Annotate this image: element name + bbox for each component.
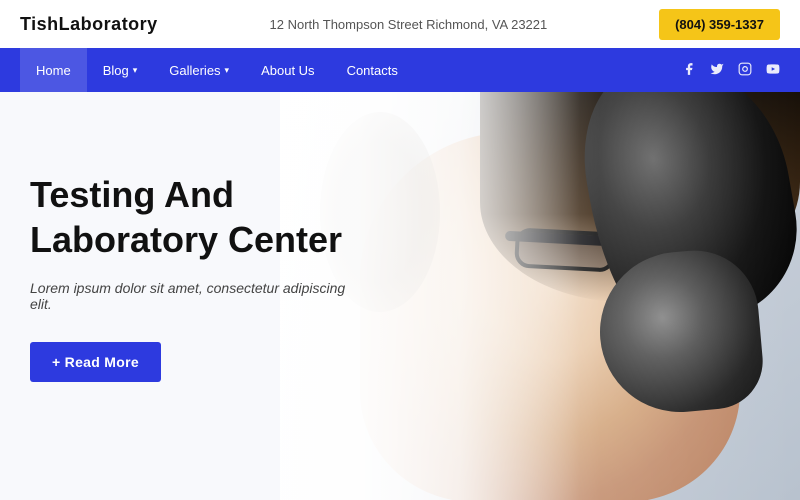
youtube-icon[interactable]	[766, 62, 780, 79]
twitter-icon[interactable]	[710, 62, 724, 79]
nav-item-contacts[interactable]: Contacts	[331, 48, 414, 92]
nav-bar: Home Blog ▾ Galleries ▾ About Us Contact…	[0, 48, 800, 92]
hero-subtitle: Lorem ipsum dolor sit amet, consectetur …	[30, 280, 370, 312]
nav-item-about[interactable]: About Us	[245, 48, 330, 92]
chevron-down-icon: ▾	[225, 65, 230, 76]
hero-content: Testing And Laboratory Center Lorem ipsu…	[0, 92, 400, 422]
social-icons	[682, 62, 780, 79]
hero-section: Testing And Laboratory Center Lorem ipsu…	[0, 92, 800, 500]
top-bar: TishLaboratory 12 North Thompson Street …	[0, 0, 800, 48]
nav-item-blog[interactable]: Blog ▾	[87, 48, 154, 92]
nav-links: Home Blog ▾ Galleries ▾ About Us Contact…	[20, 48, 414, 92]
read-more-button[interactable]: + Read More	[30, 342, 161, 382]
site-address: 12 North Thompson Street Richmond, VA 23…	[270, 17, 548, 32]
instagram-icon[interactable]	[738, 62, 752, 79]
nav-item-home[interactable]: Home	[20, 48, 87, 92]
site-logo: TishLaboratory	[20, 14, 158, 35]
nav-item-galleries[interactable]: Galleries ▾	[153, 48, 245, 92]
facebook-icon[interactable]	[682, 62, 696, 79]
chevron-down-icon: ▾	[133, 65, 138, 76]
hero-title: Testing And Laboratory Center	[30, 172, 370, 262]
phone-button[interactable]: (804) 359-1337	[659, 9, 780, 40]
